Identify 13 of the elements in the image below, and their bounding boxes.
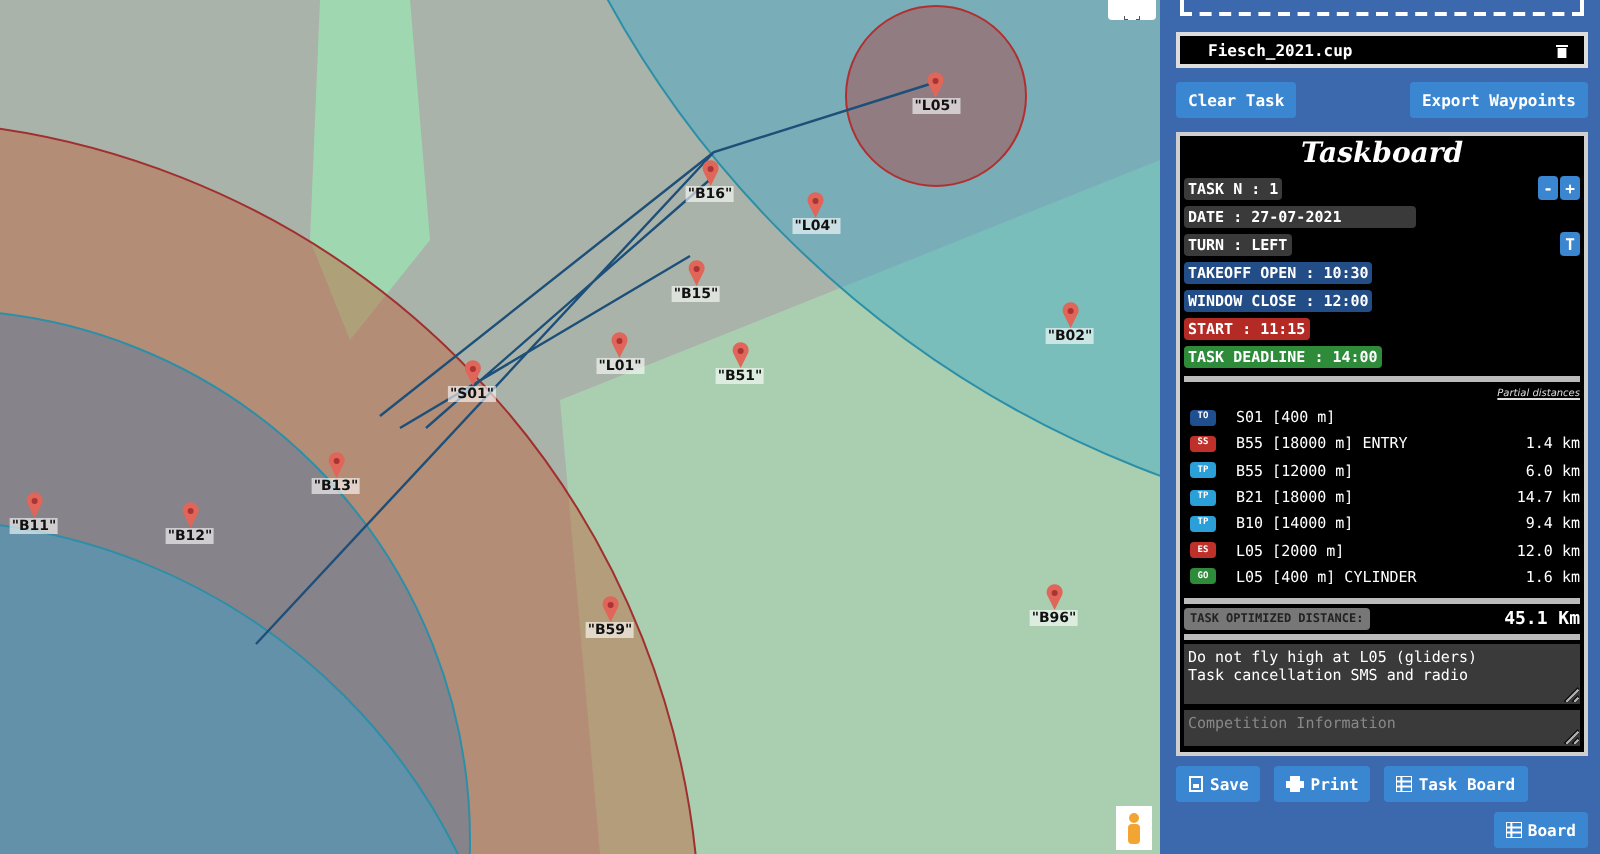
- optimized-distance-value: 45.1 Km: [1504, 609, 1580, 630]
- grid-button[interactable]: Task Board: [1384, 766, 1528, 802]
- print-button[interactable]: Print: [1274, 766, 1371, 802]
- action-button[interactable]: Export Waypoints: [1409, 82, 1588, 118]
- step-button[interactable]: +: [1560, 176, 1580, 200]
- action-button[interactable]: Clear Task: [1176, 82, 1297, 118]
- file-field[interactable]: Fiesch_2021.cup: [1176, 32, 1588, 68]
- board-button[interactable]: Board: [1493, 812, 1588, 848]
- save-button[interactable]: Save: [1176, 766, 1261, 802]
- step-button[interactable]: -: [1538, 176, 1558, 200]
- file-name: Fiesch_2021.cup: [1208, 41, 1353, 59]
- step-button[interactable]: T: [1560, 232, 1580, 256]
- taskboard-title: Taskboard: [1298, 138, 1466, 170]
